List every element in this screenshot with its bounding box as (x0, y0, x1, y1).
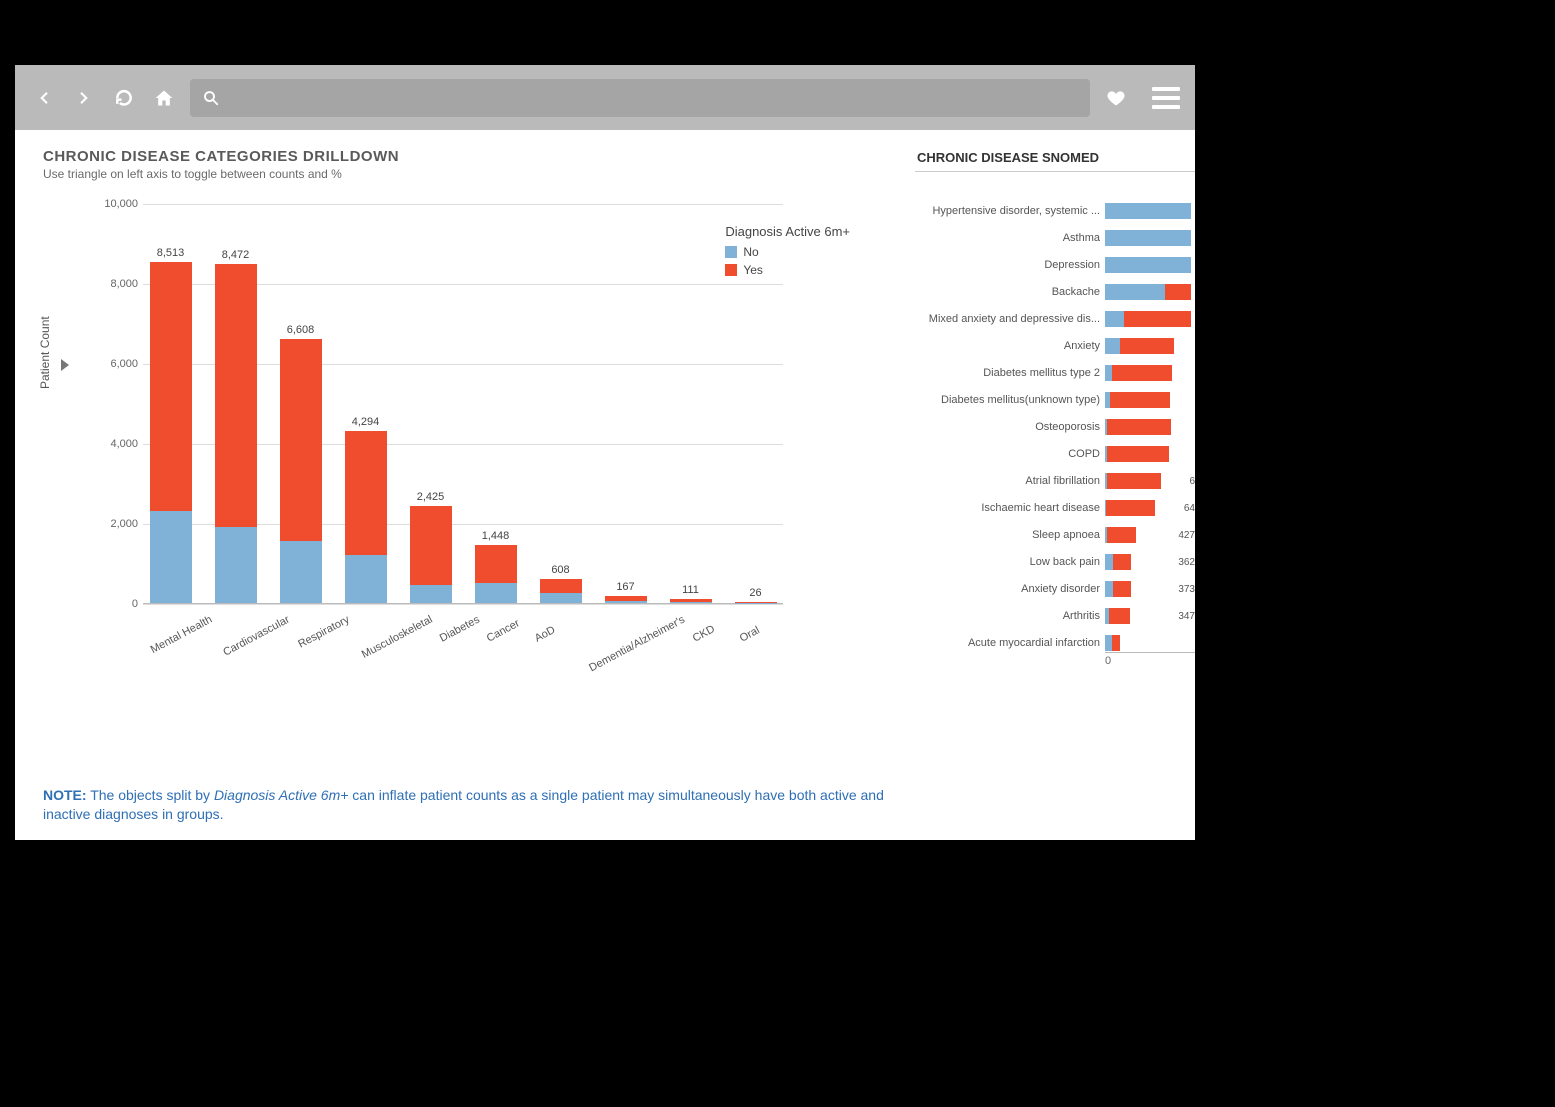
categories-chart: Patient Count 02,0004,0006,0008,00010,00… (43, 189, 905, 669)
browser-toolbar (15, 65, 1195, 130)
x-axis-labels: Mental HealthCardiovascularRespiratoryMu… (143, 611, 783, 623)
favorite-button[interactable] (1102, 84, 1130, 112)
snomed-chart: Hypertensive disorder, systemic ... Asthm… (915, 202, 1195, 652)
swatch-yes (725, 264, 737, 276)
snomed-xaxis: 0 (1105, 652, 1195, 667)
url-search-bar[interactable] (190, 79, 1090, 117)
chart-subtitle: Use triangle on left axis to toggle betw… (43, 167, 905, 181)
hbar-row[interactable]: Diabetes mellitus(unknown type) (915, 391, 1195, 409)
search-icon (202, 89, 220, 107)
chart-title: CHRONIC DISEASE CATEGORIES DRILLDOWN (43, 148, 905, 165)
bar-aod[interactable]: 608 (533, 564, 588, 603)
forward-button[interactable] (70, 84, 98, 112)
legend-item-no[interactable]: No (725, 245, 850, 259)
hbar-row[interactable]: Low back pain362 (915, 553, 1195, 571)
axis-toggle-triangle[interactable] (61, 359, 69, 371)
hbar-row[interactable]: Backache (915, 283, 1195, 301)
hbar-row[interactable]: Osteoporosis (915, 418, 1195, 436)
legend-title: Diagnosis Active 6m+ (725, 224, 850, 239)
hbar-row[interactable]: Diabetes mellitus type 2 (915, 364, 1195, 382)
bar-musculoskeletal[interactable]: 4,294 (338, 416, 393, 603)
bar-respiratory[interactable]: 6,608 (273, 324, 328, 603)
hbar-row[interactable]: Sleep apnoea427 (915, 526, 1195, 544)
hbar-row[interactable]: Atrial fibrillation6 (915, 472, 1195, 490)
bar-cardiovascular[interactable]: 8,472 (208, 249, 263, 603)
right-panel: CHRONIC DISEASE SNOMED Hypertensive diso… (915, 130, 1195, 840)
bar-oral[interactable]: 26 (728, 587, 783, 603)
hbar-row[interactable]: Asthma (915, 229, 1195, 247)
hbar-row[interactable]: Hypertensive disorder, systemic ... (915, 202, 1195, 220)
hbar-row[interactable]: Ischaemic heart disease64 (915, 499, 1195, 517)
plot-area: 02,0004,0006,0008,00010,0008,5138,4726,6… (143, 204, 783, 604)
swatch-no (725, 246, 737, 258)
dashboard-content: CHRONIC DISEASE CATEGORIES DRILLDOWN Use… (15, 130, 1195, 840)
hbar-row[interactable]: Acute myocardial infarction (915, 634, 1195, 652)
snomed-title: CHRONIC DISEASE SNOMED (915, 148, 1195, 172)
menu-button[interactable] (1152, 87, 1180, 109)
hbar-row[interactable]: Depression (915, 256, 1195, 274)
note-text: NOTE: The objects split by Diagnosis Act… (43, 786, 895, 825)
hbar-row[interactable]: Anxiety (915, 337, 1195, 355)
hbar-row[interactable]: Anxiety disorder373 (915, 580, 1195, 598)
legend-item-yes[interactable]: Yes (725, 263, 850, 277)
browser-window: CHRONIC DISEASE CATEGORIES DRILLDOWN Use… (15, 65, 1195, 840)
home-button[interactable] (150, 84, 178, 112)
bar-diabetes[interactable]: 2,425 (403, 491, 458, 603)
bar-ckd[interactable]: 111 (663, 584, 718, 603)
note-label: NOTE: (43, 787, 87, 803)
legend: Diagnosis Active 6m+ No Yes (725, 224, 850, 277)
left-panel: CHRONIC DISEASE CATEGORIES DRILLDOWN Use… (15, 130, 915, 840)
hbar-row[interactable]: Arthritis347 (915, 607, 1195, 625)
reload-button[interactable] (110, 84, 138, 112)
bar-cancer[interactable]: 1,448 (468, 530, 523, 603)
bar-mental-health[interactable]: 8,513 (143, 247, 198, 603)
back-button[interactable] (30, 84, 58, 112)
y-axis-label: Patient Count (38, 316, 52, 389)
bar-dementia-alzheimer-s[interactable]: 167 (598, 581, 653, 603)
hbar-row[interactable]: Mixed anxiety and depressive dis... (915, 310, 1195, 328)
hbar-row[interactable]: COPD (915, 445, 1195, 463)
